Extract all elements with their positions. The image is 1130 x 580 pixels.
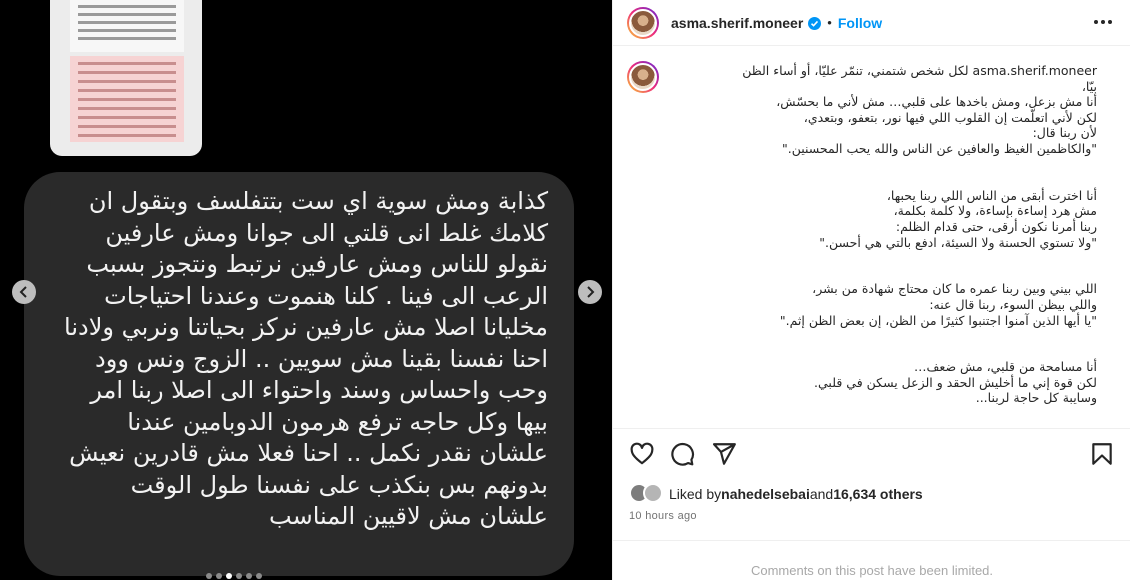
- highlighted-text-image: [70, 56, 184, 142]
- caption-avatar[interactable]: [627, 61, 659, 93]
- message-bubble: كذابة ومش سوية اي ست بتتفلسف وبتقول ان ك…: [24, 172, 574, 576]
- message-text: كذابة ومش سوية اي ست بتتفلسف وبتقول ان ك…: [64, 187, 548, 530]
- action-bar: [613, 428, 1130, 476]
- screenshot-thumbnail: [50, 0, 202, 156]
- post-header: asma.sherif.moneer • Follow: [613, 0, 1130, 46]
- instagram-post: كذابة ومش سوية اي ست بتتفلسف وبتقول ان ك…: [0, 0, 1130, 580]
- document-image: [70, 0, 184, 52]
- post-media[interactable]: كذابة ومش سوية اي ست بتتفلسف وبتقول ان ك…: [0, 0, 612, 580]
- caption-text: asma.sherif.moneer لكل شخص شتمني، تنمّر …: [742, 63, 1097, 406]
- more-options-button[interactable]: [1091, 10, 1115, 34]
- share-icon[interactable]: [711, 441, 737, 467]
- more-options-icon: [1094, 20, 1112, 24]
- likes-mid: and: [809, 486, 834, 502]
- carousel-dot: [216, 573, 222, 579]
- header-separator: •: [827, 15, 832, 30]
- liker-username[interactable]: nahedelsebai: [721, 486, 810, 502]
- carousel-dot: [226, 573, 232, 579]
- follow-button[interactable]: Follow: [838, 15, 882, 31]
- carousel-indicator: [206, 573, 262, 579]
- liker-avatars[interactable]: [629, 483, 669, 505]
- save-icon[interactable]: [1089, 441, 1115, 467]
- heart-icon[interactable]: [629, 441, 655, 467]
- carousel-dot: [206, 573, 212, 579]
- carousel-dot: [246, 573, 252, 579]
- post-side-panel: asma.sherif.moneer • Follow asma.sherif.…: [612, 0, 1130, 580]
- comments-limited-notice: Comments on this post have been limited.: [613, 540, 1130, 580]
- comments-area[interactable]: asma.sherif.moneer لكل شخص شتمني، تنمّر …: [613, 47, 1130, 428]
- previous-slide-button[interactable]: [12, 280, 36, 304]
- likes-count[interactable]: 16,634 others: [833, 486, 923, 502]
- post-timestamp[interactable]: 10 hours ago: [629, 510, 697, 522]
- avatar[interactable]: [627, 6, 659, 39]
- carousel-dot: [236, 573, 242, 579]
- verified-badge-icon: [808, 16, 822, 30]
- comment-icon[interactable]: [669, 441, 695, 467]
- header-username[interactable]: asma.sherif.moneer: [671, 15, 822, 31]
- chevron-left-icon: [19, 286, 27, 298]
- chevron-right-icon: [587, 286, 595, 298]
- next-slide-button[interactable]: [578, 280, 602, 304]
- likes-prefix: Liked by: [669, 486, 722, 502]
- carousel-dot: [256, 573, 262, 579]
- likes-summary: Liked by nahedelsebai and 16,634 others: [629, 483, 923, 505]
